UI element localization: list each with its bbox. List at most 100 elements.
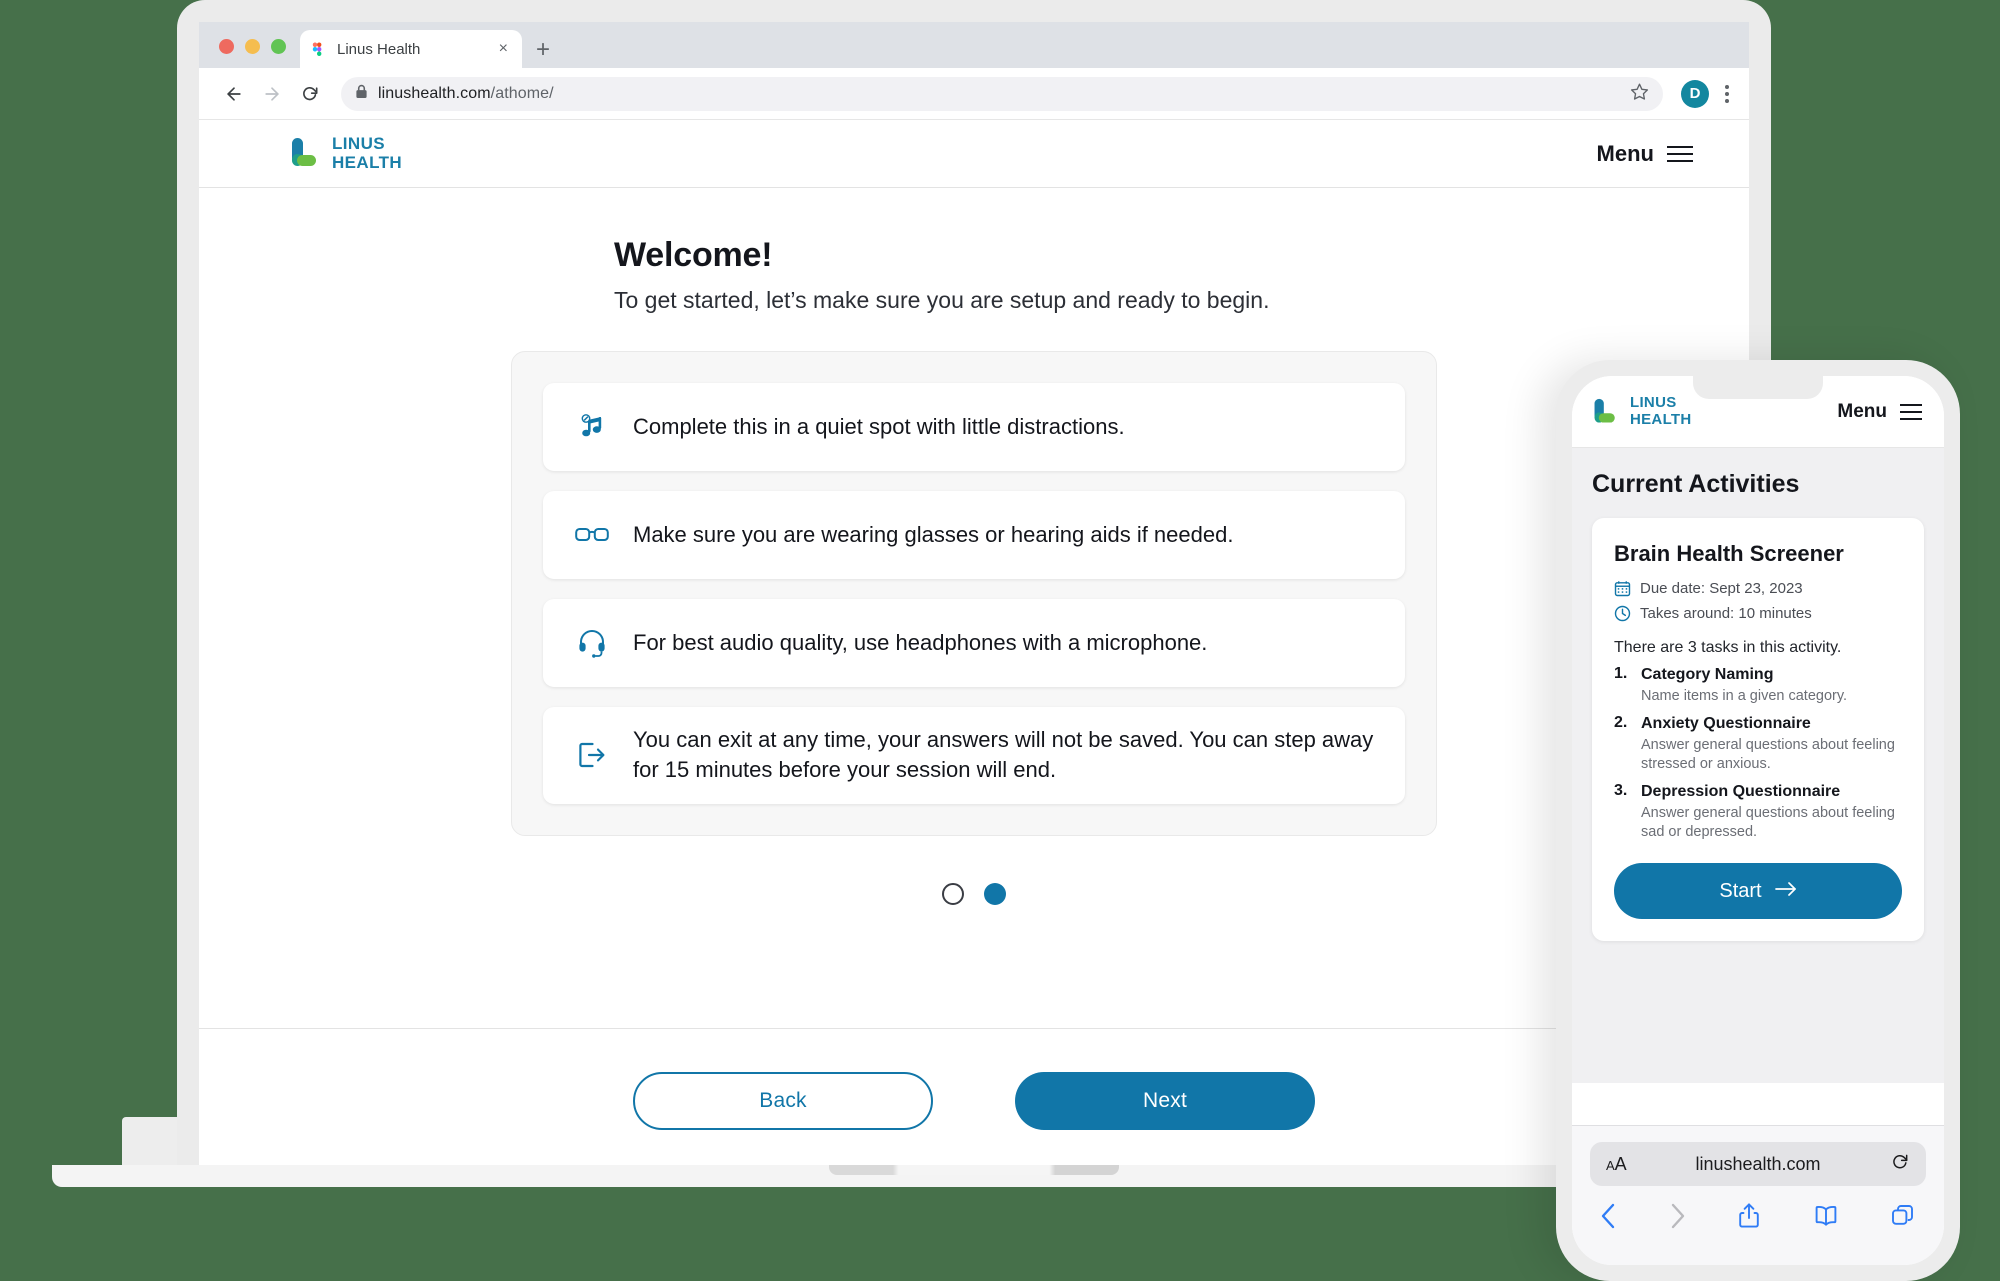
back-button[interactable]: Back <box>633 1072 933 1130</box>
reload-icon[interactable] <box>1890 1152 1910 1177</box>
bookmark-star-icon[interactable] <box>1630 82 1649 106</box>
logo-mark-icon <box>292 138 316 166</box>
phone-content: Current Activities Brain Health Screener <box>1572 448 1944 1083</box>
close-tab-button[interactable]: × <box>497 41 510 57</box>
browser-tab-title: Linus Health <box>337 40 421 58</box>
clock-icon <box>1614 605 1631 622</box>
task-name: Category Naming <box>1641 666 1774 683</box>
laptop-device: Linus Health × + linushealth.com/athome/… <box>177 0 1771 1165</box>
start-button-label: Start <box>1719 879 1762 902</box>
forward-icon[interactable] <box>253 75 291 113</box>
tasks-intro: There are 3 tasks in this activity. <box>1614 639 1842 656</box>
browser-toolbar: linushealth.com/athome/ D <box>199 68 1749 120</box>
laptop-screen: Linus Health × + linushealth.com/athome/… <box>199 22 1749 1165</box>
music-note-off-icon <box>573 412 611 442</box>
menu-label: Menu <box>1596 140 1654 166</box>
menu-button[interactable]: Menu <box>1597 141 1693 167</box>
chrome-menu-icon[interactable] <box>1725 84 1729 103</box>
task-name: Anxiety Questionnaire <box>1641 714 1811 732</box>
list-item: Complete this in a quiet spot with littl… <box>543 383 1405 471</box>
address-bar[interactable]: linushealth.com/athome/ <box>341 76 1663 111</box>
due-date-row: Due date: Sept 23, 2023 <box>1614 580 1902 597</box>
tabs-icon[interactable] <box>1890 1202 1916 1235</box>
logo-line-1: LINUS <box>332 134 385 154</box>
share-icon[interactable] <box>1737 1202 1761 1235</box>
pagination-dot-2[interactable] <box>984 882 1006 905</box>
list-item: Category Naming Name items in a given ca… <box>1614 665 1902 706</box>
close-window-button[interactable] <box>219 39 234 54</box>
glasses-icon <box>573 525 611 545</box>
lock-icon <box>355 84 368 104</box>
browser-tabstrip: Linus Health × + <box>199 22 1749 68</box>
instructions-panel: Complete this in a quiet spot with littl… <box>511 351 1437 836</box>
arrow-right-icon <box>1774 880 1797 903</box>
window-traffic-lights <box>213 39 300 68</box>
safari-back-icon[interactable] <box>1600 1202 1617 1235</box>
activity-card[interactable]: Brain Health Screener Due date: Sept 23,… <box>1592 518 1924 942</box>
list-item: Anxiety Questionnaire Answer general que… <box>1614 714 1902 774</box>
new-tab-button[interactable]: + <box>536 38 550 62</box>
task-name: Depression Questionnaire <box>1641 782 1841 800</box>
phone-linus-health-logo[interactable]: LINUS HEALTH <box>1592 394 1692 428</box>
safari-forward-icon <box>1669 1202 1686 1235</box>
safari-address-bar[interactable]: AA linushealth.com <box>1590 1142 1926 1186</box>
duration-label: Takes around: 10 minutes <box>1640 605 1812 622</box>
tasks-list: Category Naming Name items in a given ca… <box>1614 665 1902 842</box>
list-item-label: Make sure you are wearing glasses or hea… <box>633 521 1234 547</box>
address-bar-url: linushealth.com/athome/ <box>378 85 554 103</box>
safari-toolbar <box>1590 1186 1926 1235</box>
back-icon[interactable] <box>215 75 253 113</box>
activity-title: Brain Health Screener <box>1614 541 1844 566</box>
next-button[interactable]: Next <box>1015 1072 1315 1130</box>
due-date-label: Due date: Sept 23, 2023 <box>1640 580 1803 597</box>
url-domain: linushealth.com <box>378 84 491 102</box>
start-button[interactable]: Start <box>1614 863 1902 920</box>
page-subtitle: To get started, let’s make sure you are … <box>614 287 1270 313</box>
phone-logo-line-2: HEALTH <box>1630 410 1692 428</box>
figma-favicon <box>312 42 327 57</box>
phone-notch <box>1693 376 1823 399</box>
linus-health-logo[interactable]: LINUS HEALTH <box>289 134 403 172</box>
logo-wordmark: LINUS HEALTH <box>332 134 403 172</box>
phone-menu-label: Menu <box>1837 400 1887 422</box>
phone-device: LINUS HEALTH Menu Current Activities Bra… <box>1556 360 1960 1281</box>
pagination-dots <box>199 882 1749 905</box>
minimize-window-button[interactable] <box>245 39 260 54</box>
bookmarks-icon[interactable] <box>1813 1202 1839 1235</box>
hamburger-icon <box>1667 145 1693 162</box>
task-description: Answer general questions about feeling s… <box>1641 804 1895 840</box>
hamburger-icon <box>1900 403 1922 420</box>
screenshot-stage: Linus Health × + linushealth.com/athome/… <box>0 0 2000 1281</box>
phone-logo-wordmark: LINUS HEALTH <box>1630 394 1692 428</box>
logo-line-2: HEALTH <box>332 152 403 172</box>
browser-tab[interactable]: Linus Health × <box>300 30 522 68</box>
phone-screen: LINUS HEALTH Menu Current Activities Bra… <box>1572 376 1944 1265</box>
safari-url: linushealth.com <box>1695 1153 1821 1174</box>
list-item: Depression Questionnaire Answer general … <box>1614 782 1902 842</box>
app-header: LINUS HEALTH Menu <box>199 120 1749 188</box>
list-item-label: For best audio quality, use headphones w… <box>633 629 1208 655</box>
list-item: For best audio quality, use headphones w… <box>543 599 1405 687</box>
list-item: Make sure you are wearing glasses or hea… <box>543 491 1405 579</box>
phone-logo-line-1: LINUS <box>1630 394 1677 411</box>
url-path: /athome/ <box>490 84 554 102</box>
laptop-base-notch <box>829 1165 1119 1175</box>
current-activities-title: Current Activities <box>1592 470 1800 498</box>
list-item-label: You can exit at any time, your answers w… <box>633 727 1374 783</box>
phone-menu-button[interactable]: Menu <box>1837 401 1922 423</box>
list-item-label: Complete this in a quiet spot with littl… <box>633 413 1125 439</box>
profile-avatar[interactable]: D <box>1681 79 1709 108</box>
exit-icon <box>573 740 611 770</box>
calendar-icon <box>1614 580 1631 597</box>
pagination-dot-1[interactable] <box>942 882 964 905</box>
maximize-window-button[interactable] <box>271 39 286 54</box>
headset-icon <box>573 628 611 658</box>
page-footer: Back Next <box>199 1028 1749 1165</box>
logo-mark-icon <box>1594 398 1615 423</box>
task-description: Answer general questions about feeling s… <box>1641 736 1895 772</box>
safari-bottom-bar: AA linushealth.com <box>1572 1125 1944 1265</box>
reload-icon[interactable] <box>291 75 329 113</box>
welcome-page: Welcome! To get started, let’s make sure… <box>199 188 1749 1028</box>
list-item: You can exit at any time, your answers w… <box>543 707 1405 804</box>
page-title: Welcome! <box>614 236 773 274</box>
